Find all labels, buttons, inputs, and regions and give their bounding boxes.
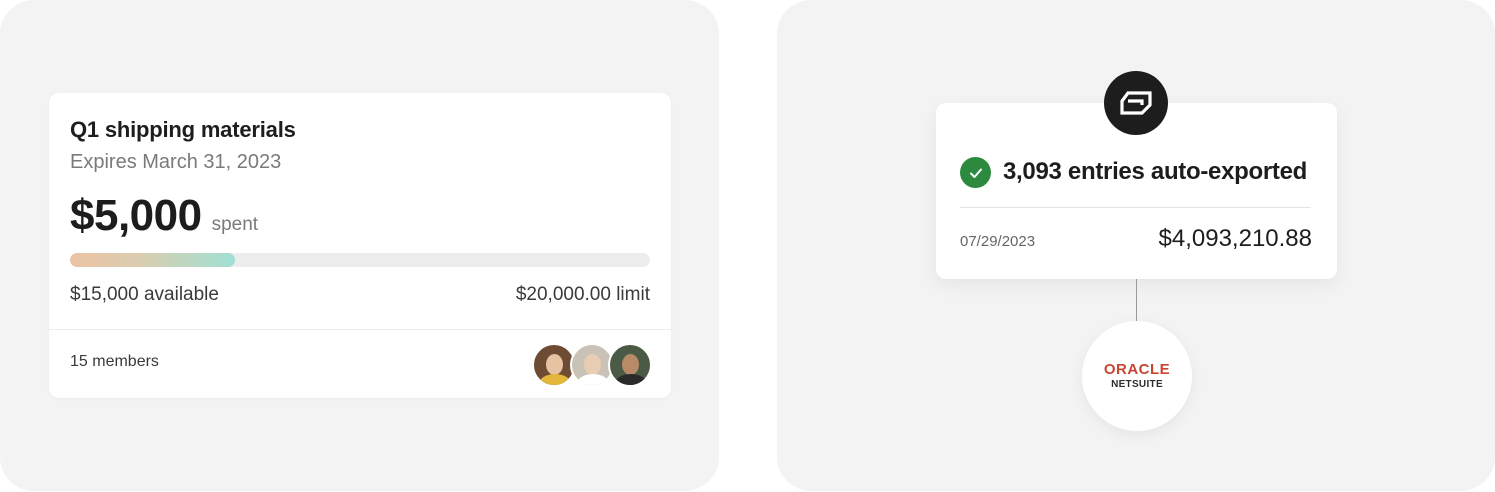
- avatar[interactable]: [608, 343, 652, 387]
- budget-progress-fill: [70, 253, 236, 267]
- connector-line: [1136, 279, 1137, 323]
- budget-card[interactable]: Q1 shipping materials Expires March 31, …: [49, 93, 671, 398]
- oracle-netsuite-logo: ORACLE NETSUITE: [1082, 321, 1192, 431]
- available-amount: $15,000 available: [70, 284, 219, 305]
- card-divider: [49, 329, 671, 330]
- budget-expiry: Expires March 31, 2023: [70, 151, 282, 173]
- export-status-title: 3,093 entries auto-exported: [1003, 158, 1308, 185]
- netsuite-logo-text: NETSUITE: [1111, 378, 1163, 390]
- ramp-logo-icon: [1104, 71, 1168, 135]
- budget-title: Q1 shipping materials: [70, 117, 296, 142]
- check-circle-icon: [960, 157, 991, 188]
- oracle-logo-text: ORACLE: [1103, 360, 1171, 378]
- export-amount: $4,093,210.88: [1158, 225, 1312, 252]
- members-count: 15 members: [70, 353, 159, 370]
- spent-label: spent: [211, 214, 259, 235]
- spent-amount: $5,000: [70, 191, 202, 240]
- budget-progress-bar: [70, 253, 650, 267]
- export-date: 07/29/2023: [960, 233, 1036, 250]
- limit-amount: $20,000.00 limit: [515, 284, 650, 305]
- spent-row: $5,000 spent: [70, 191, 258, 241]
- export-divider: [960, 207, 1311, 208]
- member-avatars[interactable]: [532, 343, 652, 387]
